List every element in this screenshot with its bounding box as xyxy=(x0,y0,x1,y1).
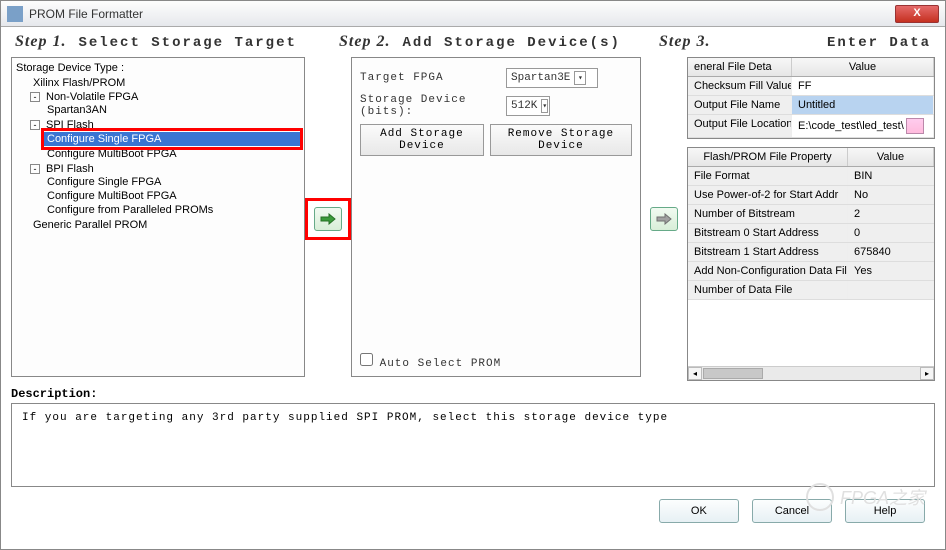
property-value[interactable]: No xyxy=(848,186,934,204)
cancel-button[interactable]: Cancel xyxy=(752,499,832,523)
step2-label: Step 2. xyxy=(339,33,390,51)
target-fpga-dropdown[interactable]: Spartan3E ▾ xyxy=(506,68,598,88)
step1-title: Select Storage Target xyxy=(78,35,296,51)
auto-select-prom-checkbox[interactable] xyxy=(360,353,373,366)
remove-storage-device-button[interactable]: Remove Storage Device xyxy=(490,124,632,156)
tree-item-bpi-configure-paralleled[interactable]: Configure from Paralleled PROMs xyxy=(44,203,216,217)
property-key: Number of Data File xyxy=(688,281,848,299)
flash-prom-property-grid: Flash/PROM File Property Value File Form… xyxy=(687,147,935,381)
property-value[interactable]: 675840 xyxy=(848,243,934,261)
auto-select-prom-label: Auto Select PROM xyxy=(380,358,502,370)
chevron-down-icon: ▾ xyxy=(541,99,548,113)
tree-item-spartan3an[interactable]: Spartan3AN xyxy=(44,103,110,117)
collapse-icon[interactable]: - xyxy=(30,120,40,130)
tree-item-spi-configure-multiboot[interactable]: Configure MultiBoot FPGA xyxy=(44,147,180,161)
horizontal-scrollbar[interactable]: ◂ ▸ xyxy=(688,366,934,380)
tree-item-bpi-flash[interactable]: BPI Flash xyxy=(43,162,97,176)
table-row[interactable]: Checksum Fill Value FF xyxy=(688,77,934,96)
arrow-right-icon xyxy=(320,213,336,225)
table-row[interactable]: Bitstream 0 Start Address0 xyxy=(688,224,934,243)
property-key: Use Power-of-2 for Start Addr xyxy=(688,186,848,204)
table-row[interactable]: Output File Name Untitled xyxy=(688,96,934,115)
property-value[interactable]: Yes xyxy=(848,262,934,280)
table-row[interactable]: Output File Location E:\code_test\led_te… xyxy=(688,115,934,138)
output-filename-key: Output File Name xyxy=(688,96,792,114)
step3-title: Enter Data xyxy=(827,35,931,51)
collapse-icon[interactable]: - xyxy=(30,164,40,174)
checksum-fill-key: Checksum Fill Value xyxy=(688,77,792,95)
property-key: Add Non-Configuration Data Files xyxy=(688,262,848,280)
property-key: Bitstream 0 Start Address xyxy=(688,224,848,242)
table-row[interactable]: File FormatBIN xyxy=(688,167,934,186)
scroll-left-icon[interactable]: ◂ xyxy=(688,367,702,380)
tree-item-nonvolatile[interactable]: Non-Volatile FPGA xyxy=(43,90,141,104)
storage-device-tree[interactable]: Xilinx Flash/PROM -Non-Volatile FPGA Spa… xyxy=(16,76,300,232)
table-row[interactable]: Number of Data File xyxy=(688,281,934,300)
target-fpga-value: Spartan3E xyxy=(511,72,570,84)
property-value[interactable] xyxy=(848,281,934,299)
description-text: If you are targeting any 3rd party suppl… xyxy=(11,403,935,487)
property-key: Bitstream 1 Start Address xyxy=(688,243,848,261)
tree-item-bpi-configure-multiboot[interactable]: Configure MultiBoot FPGA xyxy=(44,189,180,203)
table-row[interactable]: Add Non-Configuration Data FilesYes xyxy=(688,262,934,281)
description-header: Description: xyxy=(11,387,935,401)
property-value[interactable]: 0 xyxy=(848,224,934,242)
tree-header: Storage Device Type : xyxy=(16,62,300,74)
output-location-value[interactable]: E:\code_test\led_test\ xyxy=(792,115,934,137)
arrow-step1-to-step2[interactable] xyxy=(314,207,342,231)
storage-device-value: 512K xyxy=(511,100,537,112)
storage-device-dropdown[interactable]: 512K ▾ xyxy=(506,96,550,116)
target-fpga-label: Target FPGA xyxy=(360,72,500,84)
tree-item-generic-parallel[interactable]: Generic Parallel PROM xyxy=(30,218,150,232)
step1-arrow-highlight xyxy=(308,201,348,237)
step3-label: Step 3. xyxy=(659,33,710,51)
storage-device-label: Storage Device (bits): xyxy=(360,94,500,118)
property-value[interactable]: BIN xyxy=(848,167,934,185)
props-col1-header: Flash/PROM File Property xyxy=(688,148,848,166)
dialog-button-bar: OK Cancel Help FPGA之家 xyxy=(1,489,945,533)
tree-item-xilinx[interactable]: Xilinx Flash/PROM xyxy=(30,76,128,90)
tree-item-spi-configure-single[interactable]: Configure Single FPGA xyxy=(44,132,300,146)
step1-label: Step 1. xyxy=(15,33,66,51)
step-header-row: Step 1. Select Storage Target Step 2. Ad… xyxy=(1,27,945,53)
tree-item-spi-flash[interactable]: SPI Flash xyxy=(43,118,97,132)
general-col2-header: Value xyxy=(792,58,934,76)
help-button[interactable]: Help xyxy=(845,499,925,523)
checksum-fill-value[interactable]: FF xyxy=(792,77,934,95)
app-icon xyxy=(7,6,23,22)
output-location-key: Output File Location xyxy=(688,115,792,137)
add-storage-device-button[interactable]: Add Storage Device xyxy=(360,124,484,156)
general-file-details-grid: eneral File Deta Value Checksum Fill Val… xyxy=(687,57,935,139)
arrow-right-icon xyxy=(656,213,672,225)
collapse-icon[interactable]: - xyxy=(30,92,40,102)
general-col1-header: eneral File Deta xyxy=(688,58,792,76)
table-row[interactable]: Use Power-of-2 for Start AddrNo xyxy=(688,186,934,205)
table-row[interactable]: Number of Bitstream2 xyxy=(688,205,934,224)
props-col2-header: Value xyxy=(848,148,934,166)
property-key: Number of Bitstream xyxy=(688,205,848,223)
arrow-step2-to-step3[interactable] xyxy=(650,207,678,231)
auto-select-row: Auto Select PROM xyxy=(360,353,501,370)
folder-icon[interactable] xyxy=(906,118,924,134)
window-title: PROM File Formatter xyxy=(29,7,895,21)
property-key: File Format xyxy=(688,167,848,185)
tree-item-bpi-configure-single[interactable]: Configure Single FPGA xyxy=(44,175,164,189)
storage-device-tree-panel: Storage Device Type : Xilinx Flash/PROM … xyxy=(11,57,305,377)
step2-title: Add Storage Device(s) xyxy=(402,35,620,51)
add-storage-device-panel: Target FPGA Spartan3E ▾ Storage Device (… xyxy=(351,57,641,377)
scrollbar-thumb[interactable] xyxy=(703,368,763,379)
chevron-down-icon: ▾ xyxy=(574,71,586,85)
scroll-right-icon[interactable]: ▸ xyxy=(920,367,934,380)
title-bar: PROM File Formatter X xyxy=(1,1,945,27)
table-row[interactable]: Bitstream 1 Start Address675840 xyxy=(688,243,934,262)
output-filename-value[interactable]: Untitled xyxy=(792,96,934,114)
close-button[interactable]: X xyxy=(895,5,939,23)
property-value[interactable]: 2 xyxy=(848,205,934,223)
ok-button[interactable]: OK xyxy=(659,499,739,523)
